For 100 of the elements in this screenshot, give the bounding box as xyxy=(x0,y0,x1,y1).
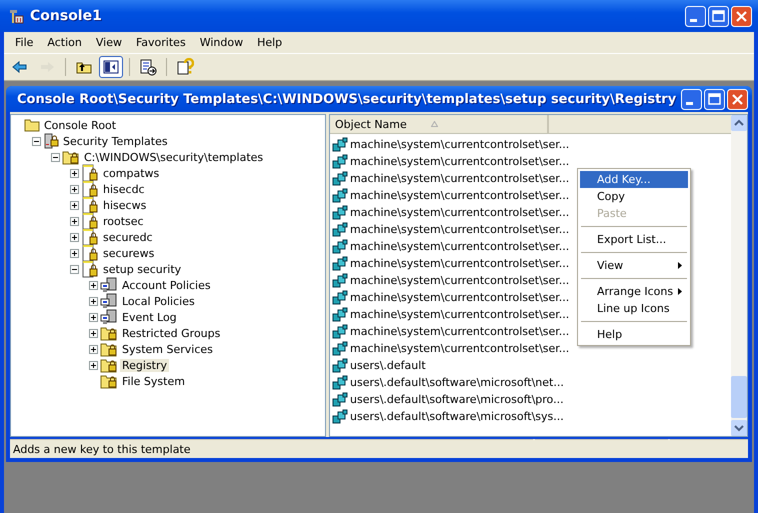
list-item[interactable]: machine\system\currentcontrolset\ser... xyxy=(350,240,570,253)
list-item[interactable]: machine\system\currentcontrolset\ser... xyxy=(350,291,570,304)
computer-icon xyxy=(100,277,118,293)
tree-item[interactable]: Local Policies xyxy=(120,294,197,308)
list-item[interactable]: users\.default xyxy=(350,359,426,372)
maximize-button[interactable] xyxy=(708,6,729,26)
list-item[interactable]: users\.default\software\microsoft\pro... xyxy=(350,393,564,406)
locked-folder-icon xyxy=(100,357,118,373)
list-item[interactable]: machine\system\currentcontrolset\ser... xyxy=(350,223,570,236)
show-tree-button[interactable] xyxy=(99,56,123,78)
scrollbar-thumb[interactable] xyxy=(731,376,747,418)
locked-folder-icon xyxy=(100,341,118,357)
list-item[interactable]: users\.default\software\microsoft\net... xyxy=(350,376,564,389)
minimize-button[interactable] xyxy=(685,6,706,26)
cubes-icon xyxy=(332,408,348,424)
cubes-icon xyxy=(332,290,348,306)
submenu-arrow-icon xyxy=(678,262,682,269)
tree-item[interactable]: hisecdc xyxy=(101,182,147,196)
tree-item[interactable]: setup security xyxy=(101,262,184,276)
collapse-icon[interactable] xyxy=(51,152,60,162)
locked-page-icon xyxy=(81,180,99,198)
tree-item[interactable]: System Services xyxy=(120,342,215,356)
list-item[interactable]: machine\system\currentcontrolset\ser... xyxy=(350,189,570,202)
expand-icon[interactable] xyxy=(70,248,79,258)
tree-item[interactable]: Registry xyxy=(120,358,170,372)
tree-item[interactable]: Event Log xyxy=(120,310,179,324)
scroll-down-button[interactable] xyxy=(731,420,747,436)
menu-item[interactable]: Action xyxy=(40,34,89,51)
expand-icon[interactable] xyxy=(70,232,79,242)
cubes-icon xyxy=(332,170,348,186)
cubes-icon xyxy=(332,272,348,288)
expand-icon[interactable] xyxy=(89,328,98,338)
list-item[interactable]: machine\system\currentcontrolset\ser... xyxy=(350,342,570,355)
close-button[interactable] xyxy=(731,6,752,26)
locked-page-icon xyxy=(81,260,99,278)
minimize-button[interactable] xyxy=(681,88,702,110)
tree-item[interactable]: Account Policies xyxy=(120,278,213,292)
cubes-icon xyxy=(332,374,348,390)
menu-item[interactable]: Favorites xyxy=(128,34,193,51)
panel-icon xyxy=(102,58,120,76)
list-item[interactable]: machine\system\currentcontrolset\ser... xyxy=(350,138,570,151)
menu-item[interactable]: View xyxy=(580,257,688,274)
expand-icon[interactable] xyxy=(89,360,98,370)
tree-item[interactable]: File System xyxy=(120,374,187,388)
window-title: Console1 xyxy=(30,8,103,24)
close-button[interactable] xyxy=(727,88,748,110)
list-item[interactable]: users\.default\software\microsoft\sys... xyxy=(350,410,564,423)
cubes-icon xyxy=(332,136,348,152)
help-icon xyxy=(176,58,194,76)
list-item[interactable]: machine\system\currentcontrolset\ser... xyxy=(350,325,570,338)
menu-item[interactable]: Export List... xyxy=(580,231,688,248)
maximize-button[interactable] xyxy=(704,88,726,110)
hammer-icon xyxy=(8,8,24,24)
expand-icon[interactable] xyxy=(70,168,79,178)
locked-page-icon xyxy=(81,212,99,230)
locked-folder-icon xyxy=(62,149,80,165)
expand-icon[interactable] xyxy=(70,184,79,194)
cubes-icon xyxy=(332,392,348,408)
expand-icon[interactable] xyxy=(70,200,79,210)
cubes-icon xyxy=(332,238,348,254)
expand-icon[interactable] xyxy=(89,280,98,290)
menu-item[interactable]: File xyxy=(8,34,40,51)
tree-item[interactable]: hisecws xyxy=(101,198,148,212)
cubes-icon xyxy=(332,204,348,220)
locked-page-icon xyxy=(81,228,99,246)
expand-icon[interactable] xyxy=(89,296,98,306)
list-item[interactable]: machine\system\currentcontrolset\ser... xyxy=(350,257,570,270)
list-item[interactable]: machine\system\currentcontrolset\ser... xyxy=(350,206,570,219)
tree-item[interactable]: securedc xyxy=(101,230,155,244)
tree-item[interactable]: rootsec xyxy=(101,214,146,228)
menu-item[interactable]: Help xyxy=(250,34,290,51)
menu-item[interactable]: Help xyxy=(580,326,688,343)
cubes-icon xyxy=(332,324,348,340)
folder-icon xyxy=(24,118,40,132)
tree-item[interactable]: Restricted Groups xyxy=(120,326,222,340)
collapse-icon[interactable] xyxy=(32,136,41,146)
child-window-title: Console Root\Security Templates\C:\WINDOWS\security\templates\setup security\Registry xyxy=(17,92,676,106)
left-arrow-icon xyxy=(11,58,29,76)
cubes-icon xyxy=(332,358,348,374)
expand-icon[interactable] xyxy=(70,216,79,226)
expand-icon[interactable] xyxy=(89,344,98,354)
tree-item[interactable]: Console Root xyxy=(42,118,118,132)
server-lock-icon xyxy=(43,133,59,149)
menu-item[interactable]: Line up Icons xyxy=(580,300,688,317)
tree-item[interactable]: Security Templates xyxy=(61,134,170,148)
tree-item[interactable]: securews xyxy=(101,246,156,260)
scroll-up-button[interactable] xyxy=(731,115,747,131)
menu-item[interactable]: Window xyxy=(192,34,250,51)
tree-item[interactable]: C:\WINDOWS\security\templates xyxy=(82,150,266,164)
menu-item[interactable]: Add Key... xyxy=(580,171,688,188)
collapse-icon[interactable] xyxy=(70,264,79,274)
menu-item[interactable]: Arrange Icons xyxy=(580,283,688,300)
list-item[interactable]: machine\system\currentcontrolset\ser... xyxy=(350,308,570,321)
list-item[interactable]: machine\system\currentcontrolset\ser... xyxy=(350,155,570,168)
list-item[interactable]: machine\system\currentcontrolset\ser... xyxy=(350,274,570,287)
menu-item[interactable]: Copy xyxy=(580,188,688,205)
list-item[interactable]: machine\system\currentcontrolset\ser... xyxy=(350,172,570,185)
tree-item[interactable]: compatws xyxy=(101,166,162,180)
expand-icon[interactable] xyxy=(89,312,98,322)
menu-item[interactable]: View xyxy=(88,34,129,51)
